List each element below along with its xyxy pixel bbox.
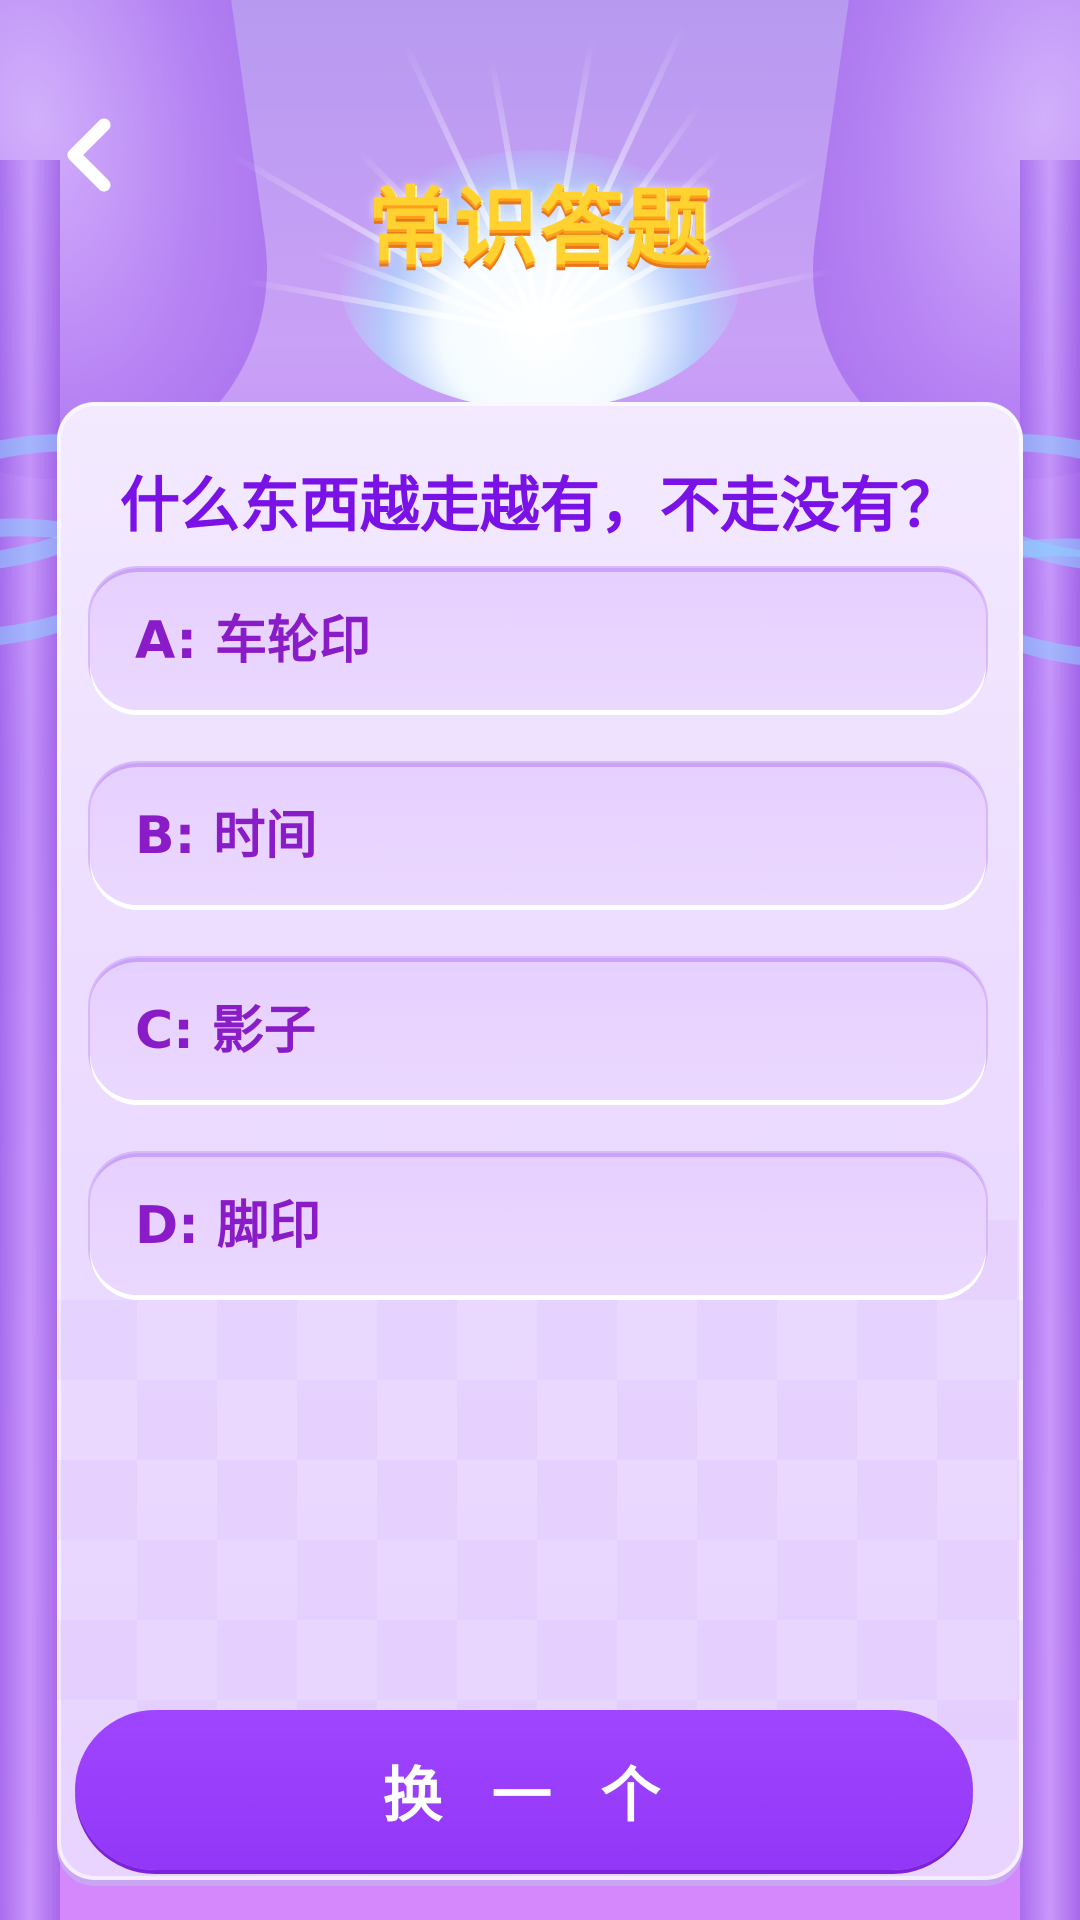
swap-question-button[interactable]: 换 一 个 — [75, 1710, 973, 1870]
option-d[interactable]: D: 脚印 — [90, 1153, 986, 1295]
pillar-right — [1020, 160, 1080, 1920]
option-label: D: 脚印 — [135, 1196, 322, 1256]
quiz-card: 什么东西越走越有，不走没有？ A: 车轮印 B: 时间 C: 影子 D: 脚印 … — [57, 402, 1023, 1880]
option-a[interactable]: A: 车轮印 — [90, 568, 986, 710]
option-label: C: 影子 — [135, 1001, 317, 1061]
option-c[interactable]: C: 影子 — [90, 958, 986, 1100]
pillar-left — [0, 160, 60, 1920]
question-text: 什么东西越走越有，不走没有？ — [120, 471, 960, 541]
page-title: 常识答题 — [367, 178, 712, 276]
option-label: A: 车轮印 — [135, 611, 372, 671]
option-b[interactable]: B: 时间 — [90, 763, 986, 905]
option-label: B: 时间 — [135, 806, 318, 866]
card-pattern — [57, 1220, 1023, 1740]
swap-button-label: 换 一 个 — [383, 1760, 665, 1831]
